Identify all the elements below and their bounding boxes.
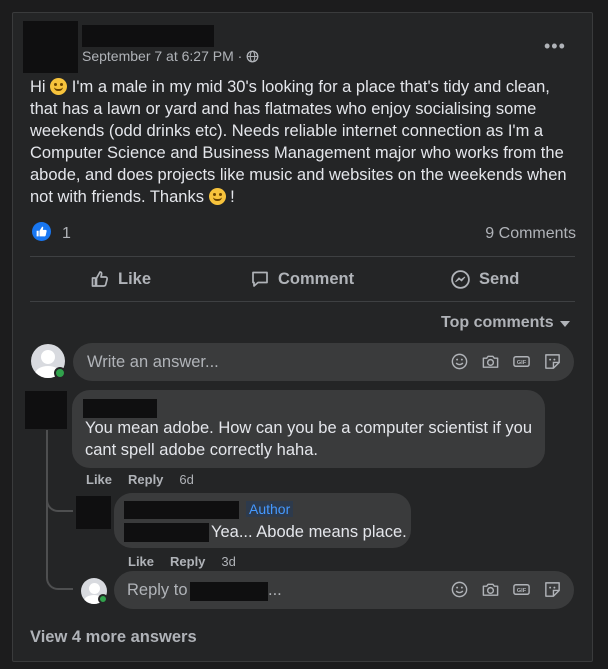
redacted-reply-target bbox=[190, 582, 268, 601]
svg-text:GIF: GIF bbox=[517, 588, 527, 594]
author-badge: Author bbox=[246, 501, 294, 517]
gif-icon[interactable]: GIF bbox=[512, 580, 531, 599]
redacted-commenter-name bbox=[83, 399, 157, 418]
reply-like-link[interactable]: Like bbox=[128, 554, 154, 569]
comment-button-label: Comment bbox=[278, 269, 355, 288]
messenger-icon bbox=[451, 269, 470, 289]
comment-bubble: You mean adobe. How can you be a compute… bbox=[72, 390, 545, 468]
reply-input-suffix: ... bbox=[268, 581, 282, 599]
redacted-avatar bbox=[23, 21, 78, 73]
online-status-dot bbox=[54, 367, 66, 379]
comment-button[interactable]: Comment bbox=[250, 268, 354, 290]
emoji-icon[interactable] bbox=[450, 580, 469, 599]
more-options-icon[interactable]: ••• bbox=[544, 36, 566, 57]
redacted-reply-author-name bbox=[124, 501, 239, 519]
answer-input-placeholder: Write an answer... bbox=[87, 353, 219, 371]
gif-icon[interactable]: GIF bbox=[512, 352, 531, 371]
reactions-row: 1 9 Comments bbox=[32, 222, 576, 244]
caret-down-icon bbox=[559, 321, 570, 327]
post-meta: September 7 at 6:27 PM · bbox=[82, 48, 259, 64]
sticker-icon[interactable] bbox=[543, 580, 562, 599]
post-body: Hi I'm a male in my mid 30's looking for… bbox=[30, 76, 575, 208]
comment-timestamp[interactable]: 6d bbox=[179, 472, 193, 487]
grin-emoji-icon bbox=[208, 188, 226, 205]
send-button[interactable]: Send bbox=[450, 268, 519, 290]
reply-reply-link[interactable]: Reply bbox=[170, 554, 205, 569]
divider-top bbox=[30, 256, 575, 257]
composer-tools: GIF bbox=[450, 352, 562, 371]
reply-input[interactable]: Reply to ... GIF bbox=[114, 571, 574, 609]
comment-text: You mean adobe. How can you be a compute… bbox=[85, 419, 532, 459]
redacted-commenter-avatar bbox=[25, 391, 67, 429]
post-timestamp[interactable]: September 7 at 6:27 PM · bbox=[82, 48, 242, 64]
svg-text:GIF: GIF bbox=[517, 360, 527, 366]
smile-emoji-icon bbox=[50, 78, 68, 95]
globe-icon bbox=[246, 50, 259, 62]
reply-online-status-dot bbox=[98, 594, 108, 604]
reply-tools: GIF bbox=[450, 580, 562, 599]
send-button-label: Send bbox=[479, 269, 520, 288]
redacted-author-name bbox=[82, 25, 214, 47]
view-more-answers-link[interactable]: View 4 more answers bbox=[30, 628, 197, 647]
answer-input[interactable]: Write an answer... GIF bbox=[73, 343, 574, 381]
comment-sort-dropdown[interactable]: Top comments bbox=[441, 314, 570, 332]
post-body-part1: Hi bbox=[30, 78, 51, 96]
like-button[interactable]: Like bbox=[90, 268, 151, 290]
comment-like-link[interactable]: Like bbox=[86, 472, 112, 487]
post-body-part3: ! bbox=[230, 188, 235, 206]
comment-sort-label: Top comments bbox=[441, 314, 554, 331]
reply-timestamp[interactable]: 3d bbox=[221, 554, 235, 569]
like-reaction-icon[interactable] bbox=[32, 222, 51, 241]
comment-actions: Like Reply 6d bbox=[86, 472, 194, 487]
reply-text: Yea... Abode means place. bbox=[211, 523, 407, 541]
comment-icon bbox=[252, 271, 268, 287]
reply-input-prefix: Reply to bbox=[127, 581, 188, 599]
camera-icon[interactable] bbox=[481, 352, 500, 371]
sticker-icon[interactable] bbox=[543, 352, 562, 371]
like-button-label: Like bbox=[118, 269, 152, 288]
comment-count[interactable]: 9 Comments bbox=[485, 225, 576, 243]
comment-reply-link[interactable]: Reply bbox=[128, 472, 163, 487]
thumbs-up-icon bbox=[91, 271, 109, 287]
redacted-reply-mention bbox=[124, 523, 209, 542]
thread-connector-reply-box bbox=[46, 508, 73, 590]
emoji-icon[interactable] bbox=[450, 352, 469, 371]
reaction-count[interactable]: 1 bbox=[62, 225, 71, 243]
divider-bottom bbox=[30, 301, 575, 302]
camera-icon[interactable] bbox=[481, 580, 500, 599]
reply-bubble: Author Yea... Abode means place. bbox=[114, 493, 411, 548]
redacted-author-avatar bbox=[76, 496, 111, 529]
reply-actions: Like Reply 3d bbox=[128, 554, 236, 569]
post-body-part2: I'm a male in my mid 30's looking for a … bbox=[30, 78, 567, 206]
